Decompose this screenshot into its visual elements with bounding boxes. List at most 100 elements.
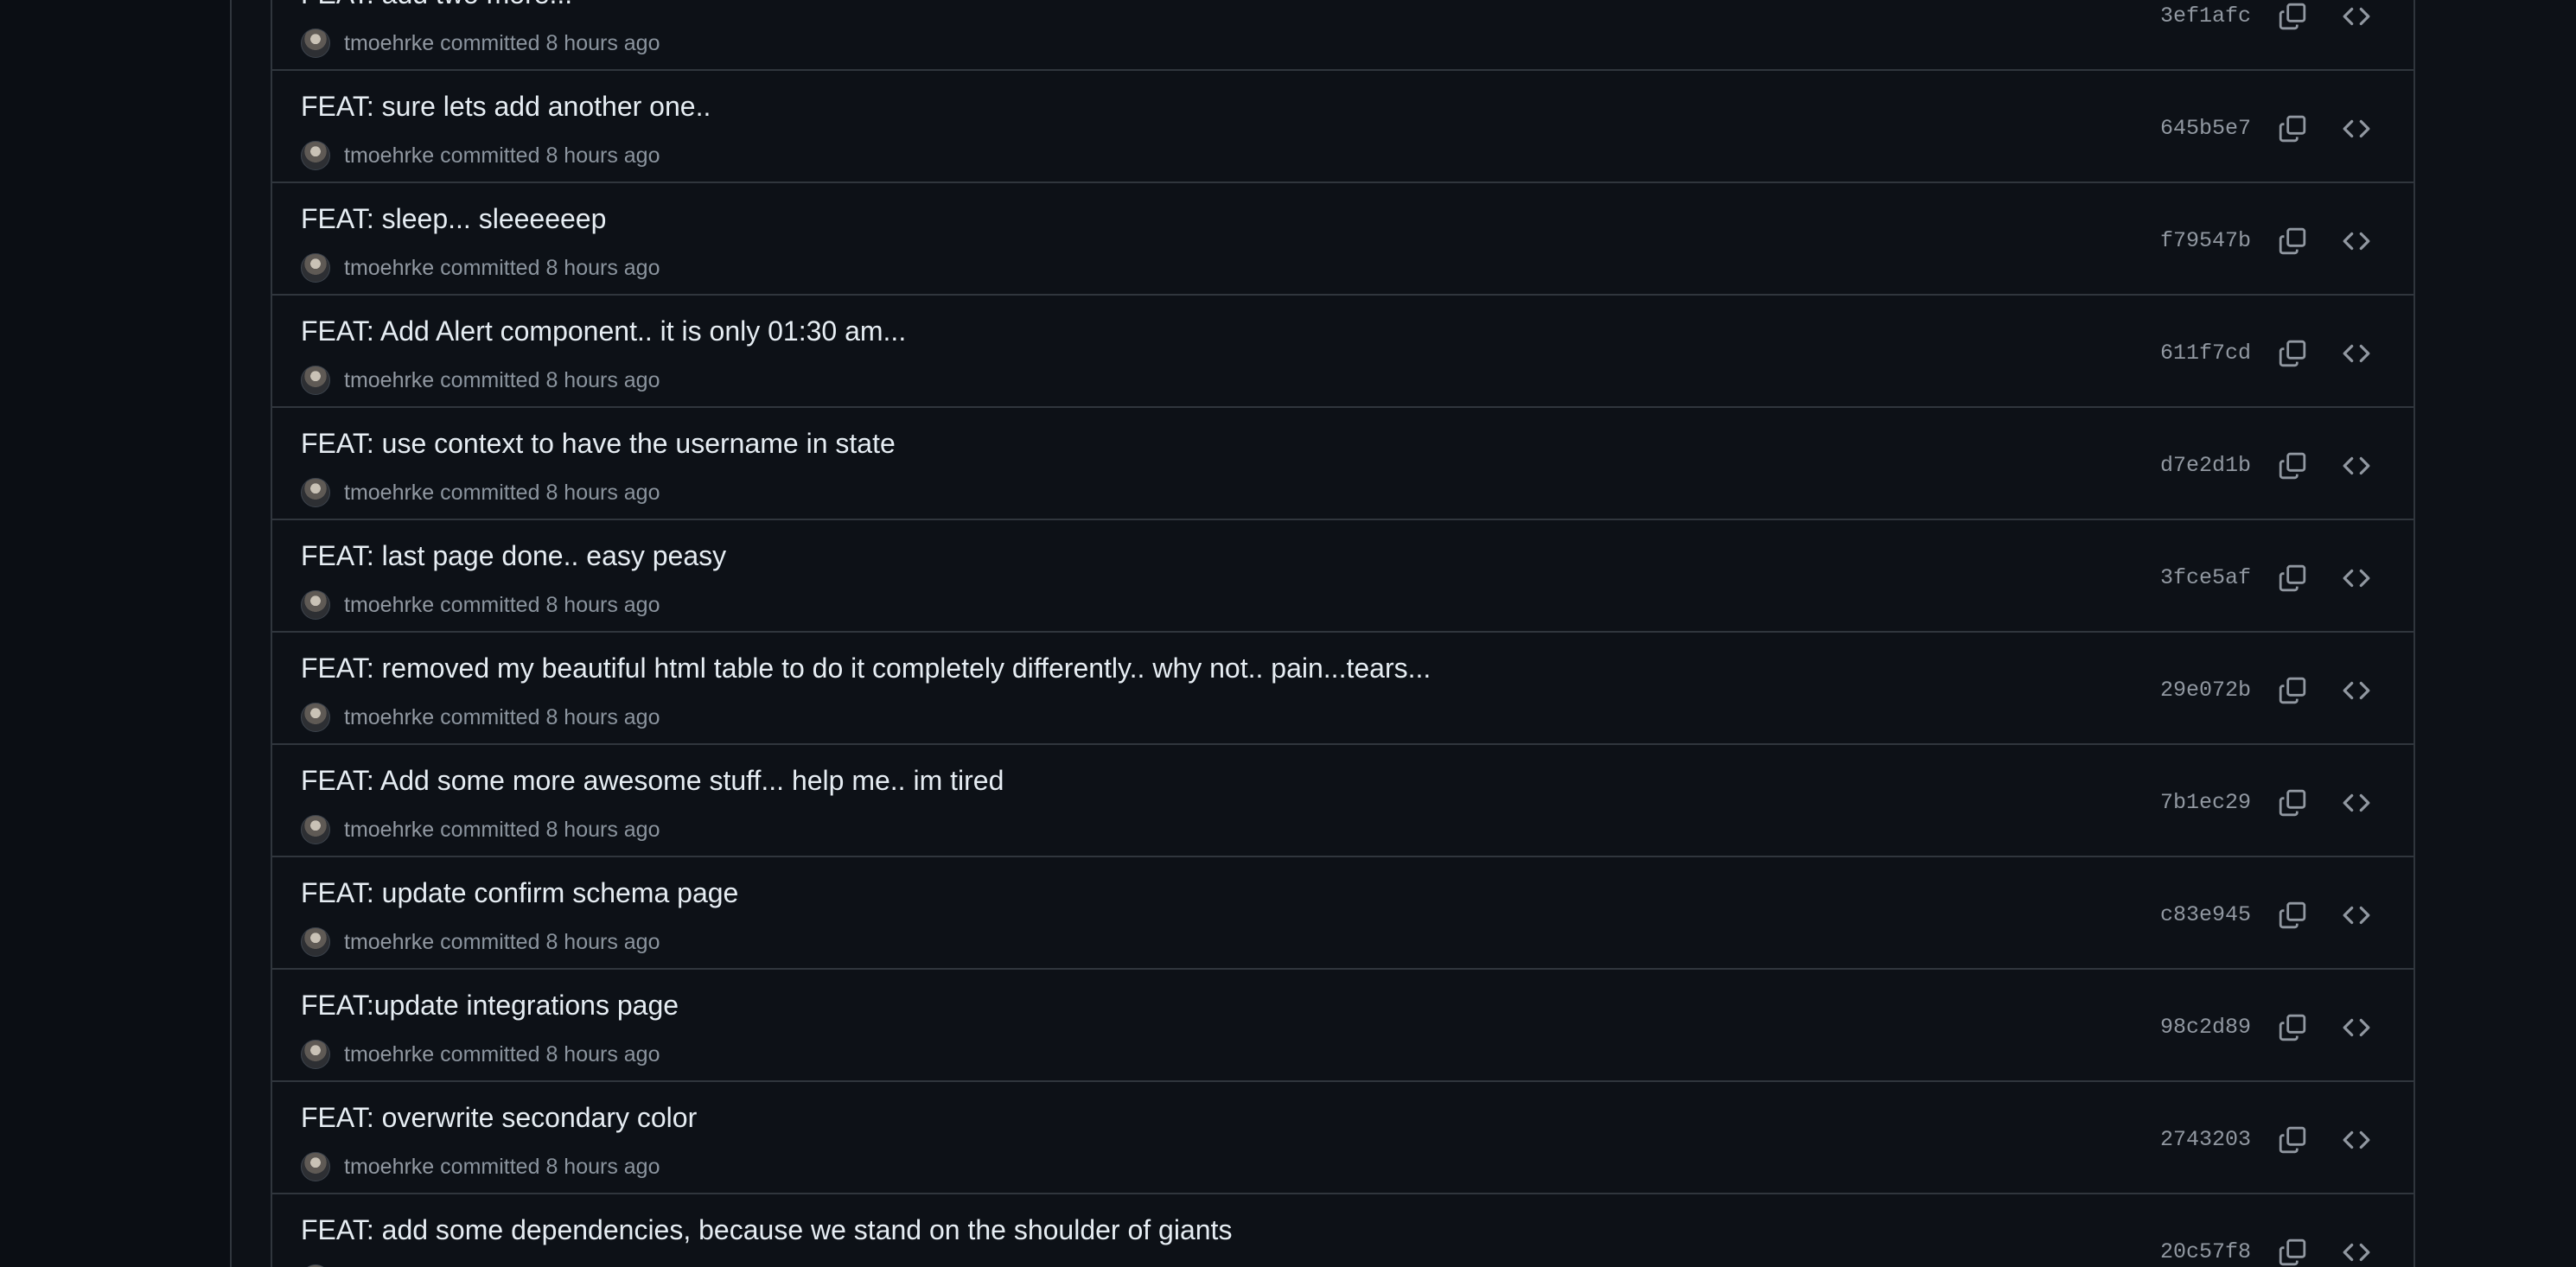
browse-repository-button[interactable] [2339,111,2374,146]
commit-message-link[interactable]: FEAT: sure lets add another one.. [301,91,711,123]
browse-repository-button[interactable] [2339,224,2374,258]
browse-repository-button[interactable] [2339,336,2374,371]
author-avatar[interactable] [301,1152,330,1181]
copy-sha-button[interactable] [2275,673,2310,708]
commit-action-text: committed [440,1154,540,1179]
commit-message-link[interactable]: FEAT: Add Alert component.. it is only 0… [301,315,906,347]
commit-sha-link[interactable]: 645b5e7 [2160,116,2251,141]
copy-sha-button[interactable] [2275,1235,2310,1267]
code-icon [2342,1238,2371,1267]
author-avatar[interactable] [301,253,330,283]
browse-repository-button[interactable] [2339,0,2374,34]
copy-sha-button[interactable] [2275,111,2310,146]
commit-action-text: committed [440,929,540,954]
commit-sha-link[interactable]: d7e2d1b [2160,453,2251,478]
author-avatar[interactable] [301,815,330,844]
author-name-link[interactable]: tmoehrke [344,1155,434,1179]
author-name-link[interactable]: tmoehrke [344,143,434,168]
commit-message-link[interactable]: FEAT: update confirm schema page [301,877,738,909]
author-name-link[interactable]: tmoehrke [344,930,434,954]
browse-repository-button[interactable] [2339,1235,2374,1267]
author-name-link[interactable]: tmoehrke [344,481,434,505]
commit-row: FEAT: add two more... tmoehrke committed… [272,0,2413,69]
commit-sha-link[interactable]: 3ef1afc [2160,3,2251,29]
author-name-link[interactable]: tmoehrke [344,256,434,280]
commit-sha-link[interactable]: 2743203 [2160,1127,2251,1152]
commit-meta: tmoehrke committed 8 hours ago [301,478,660,507]
author-avatar[interactable] [301,29,330,58]
commit-time: 8 hours ago [545,143,660,168]
commit-message-link[interactable]: FEAT: last page done.. easy peasy [301,540,726,572]
commit-message-link[interactable]: FEAT: Add some more awesome stuff... hel… [301,765,1004,797]
commit-sha-link[interactable]: 29e072b [2160,678,2251,703]
commit-meta-text: tmoehrke committed 8 hours ago [344,368,660,393]
author-avatar[interactable] [301,141,330,170]
author-avatar[interactable] [301,703,330,732]
commit-time: 8 hours ago [545,1041,660,1066]
commit-time: 8 hours ago [545,255,660,280]
commit-sha-link[interactable]: 7b1ec29 [2160,790,2251,815]
browse-repository-button[interactable] [2339,449,2374,483]
browse-repository-button[interactable] [2339,673,2374,708]
author-name-link[interactable]: tmoehrke [344,368,434,392]
copy-icon [2278,2,2307,31]
author-name-link[interactable]: tmoehrke [344,705,434,729]
commit-message-link[interactable]: FEAT: use context to have the username i… [301,428,896,460]
author-name-link[interactable]: tmoehrke [344,818,434,842]
commit-row: FEAT: sleep... sleeeeeep tmoehrke commit… [272,181,2413,294]
browse-repository-button[interactable] [2339,786,2374,820]
commit-sha-link[interactable]: f79547b [2160,228,2251,253]
copy-icon [2278,1125,2307,1155]
commit-sha-link[interactable]: 3fce5af [2160,565,2251,590]
author-avatar[interactable] [301,590,330,620]
code-icon [2342,1013,2371,1042]
copy-sha-button[interactable] [2275,336,2310,371]
commit-sha-link[interactable]: c83e945 [2160,902,2251,927]
browse-repository-button[interactable] [2339,1010,2374,1045]
copy-sha-button[interactable] [2275,224,2310,258]
browse-repository-button[interactable] [2339,1123,2374,1157]
commit-message-link[interactable]: FEAT:update integrations page [301,990,679,1022]
commit-row: FEAT:update integrations page tmoehrke c… [272,968,2413,1080]
author-avatar[interactable] [301,927,330,957]
commit-meta-text: tmoehrke committed 8 hours ago [344,593,660,618]
commit-time: 8 hours ago [545,704,660,729]
commit-meta: tmoehrke committed 8 hours ago [301,29,660,58]
author-avatar[interactable] [301,366,330,395]
commit-message-link[interactable]: FEAT: removed my beautiful html table to… [301,653,1431,684]
commit-message-link[interactable]: FEAT: add some dependencies, because we … [301,1214,1232,1246]
browse-repository-button[interactable] [2339,898,2374,933]
author-name-link[interactable]: tmoehrke [344,31,434,55]
commit-meta: tmoehrke committed 8 hours ago [301,366,660,395]
commit-sha-link[interactable]: 98c2d89 [2160,1015,2251,1040]
copy-sha-button[interactable] [2275,1123,2310,1157]
code-icon [2342,2,2371,31]
copy-sha-button[interactable] [2275,1010,2310,1045]
copy-sha-button[interactable] [2275,561,2310,595]
commit-message-link[interactable]: FEAT: add two more... [301,0,572,10]
commit-action-text: committed [440,1041,540,1066]
commit-list: FEAT: add two more... tmoehrke committed… [271,0,2415,1267]
copy-sha-button[interactable] [2275,449,2310,483]
commit-row: FEAT: update confirm schema page tmoehrk… [272,856,2413,968]
code-icon [2342,114,2371,143]
author-avatar[interactable] [301,478,330,507]
copy-sha-button[interactable] [2275,786,2310,820]
commit-meta: tmoehrke committed 8 hours ago [301,1040,660,1069]
commit-sha-link[interactable]: 611f7cd [2160,341,2251,366]
author-avatar[interactable] [301,1040,330,1069]
commit-meta-text: tmoehrke committed 8 hours ago [344,1155,660,1180]
code-icon [2342,339,2371,368]
commit-sha-link[interactable]: 20c57f8 [2160,1239,2251,1264]
commit-meta: tmoehrke committed 8 hours ago [301,927,660,957]
code-icon [2342,226,2371,256]
commit-row: FEAT: Add some more awesome stuff... hel… [272,743,2413,856]
author-name-link[interactable]: tmoehrke [344,1042,434,1066]
browse-repository-button[interactable] [2339,561,2374,595]
commit-message-link[interactable]: FEAT: overwrite secondary color [301,1102,697,1134]
copy-sha-button[interactable] [2275,0,2310,34]
commit-action-text: committed [440,817,540,842]
author-name-link[interactable]: tmoehrke [344,593,434,617]
copy-sha-button[interactable] [2275,898,2310,933]
commit-message-link[interactable]: FEAT: sleep... sleeeeeep [301,203,606,235]
